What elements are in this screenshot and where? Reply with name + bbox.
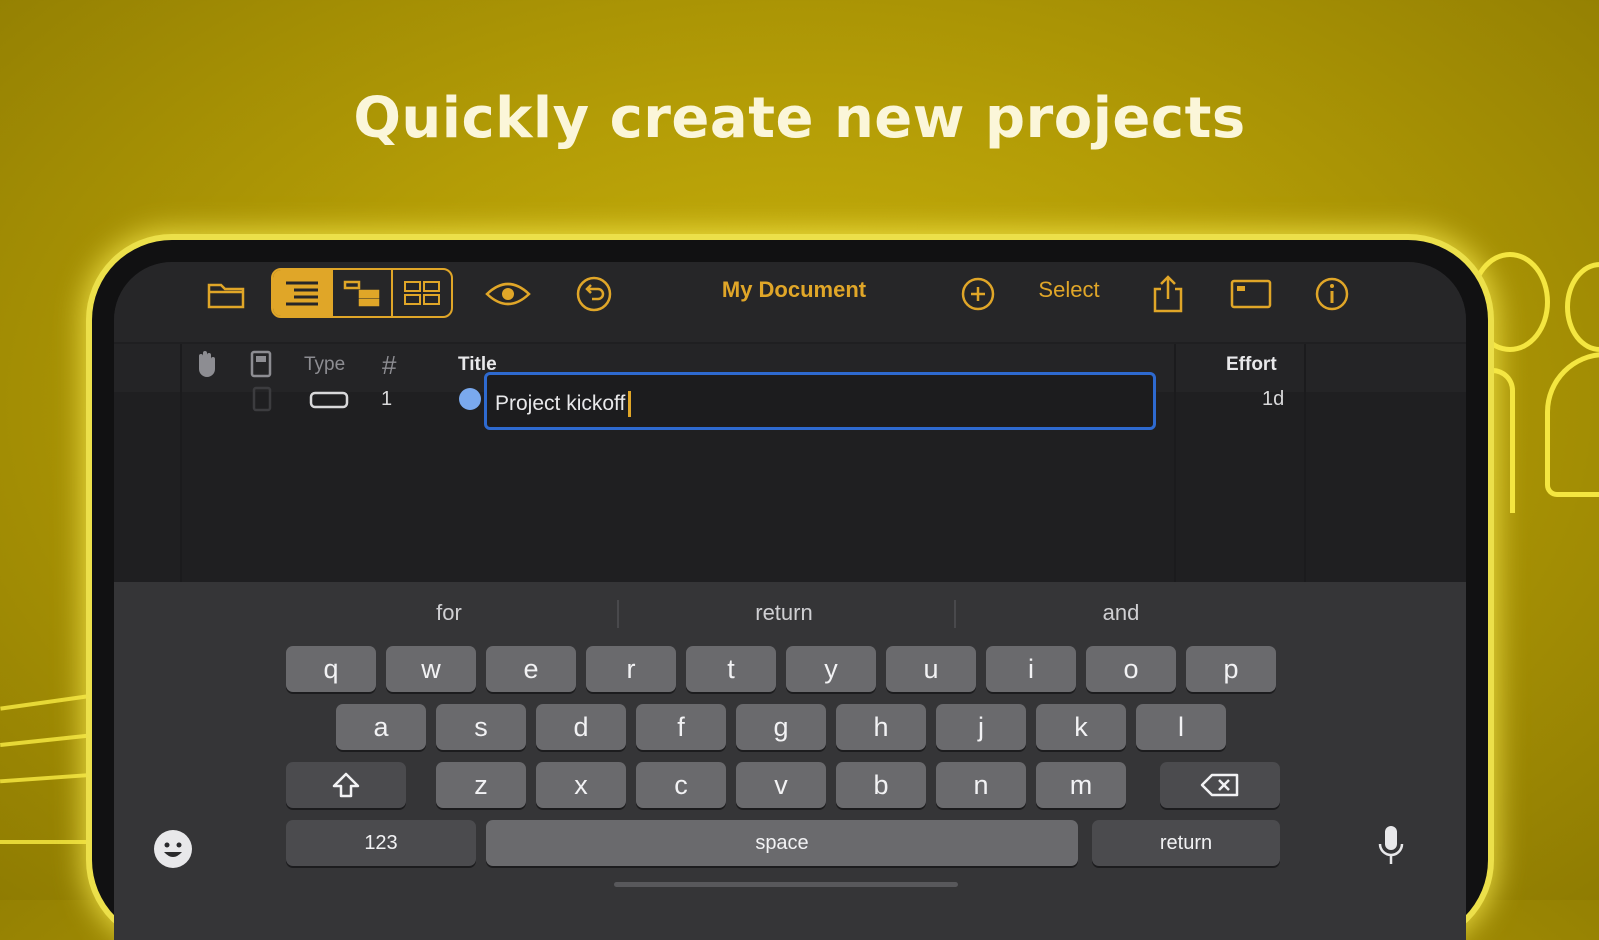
column-header-effort[interactable]: Effort xyxy=(1226,354,1277,376)
task-effort[interactable]: 1d xyxy=(1262,388,1284,411)
suggestion-item[interactable]: for xyxy=(284,600,614,626)
home-indicator xyxy=(614,882,958,887)
return-key[interactable]: return xyxy=(1092,820,1280,866)
task-title-text: Project kickoff xyxy=(495,392,626,415)
key-p[interactable]: p xyxy=(1186,646,1276,692)
key-r[interactable]: r xyxy=(586,646,676,692)
decorative-person-head xyxy=(1565,262,1599,352)
column-divider xyxy=(1304,344,1306,584)
view-mode-segmented-control[interactable] xyxy=(271,268,453,318)
space-key[interactable]: space xyxy=(486,820,1078,866)
share-icon[interactable] xyxy=(1146,272,1190,316)
key-y[interactable]: y xyxy=(786,646,876,692)
app-screen: My Document Select Type # Title Effort 1… xyxy=(114,262,1466,940)
key-o[interactable]: o xyxy=(1086,646,1176,692)
eye-icon[interactable] xyxy=(484,272,532,316)
decorative-stripe xyxy=(0,693,95,711)
key-c[interactable]: c xyxy=(636,762,726,808)
key-n[interactable]: n xyxy=(936,762,1026,808)
undo-icon[interactable] xyxy=(572,272,616,316)
key-w[interactable]: w xyxy=(386,646,476,692)
shift-icon xyxy=(332,772,360,798)
page-headline: Quickly create new projects xyxy=(353,86,1246,151)
microphone-icon[interactable] xyxy=(1376,824,1406,873)
key-l[interactable]: l xyxy=(1136,704,1226,750)
decorative-stripe xyxy=(0,772,96,784)
text-cursor xyxy=(628,391,632,418)
decorative-stripe xyxy=(0,733,95,747)
numbers-key[interactable]: 123 xyxy=(286,820,476,866)
suggestion-item[interactable]: return xyxy=(619,600,949,626)
key-i[interactable]: i xyxy=(986,646,1076,692)
decorative-stripe xyxy=(0,840,95,844)
gantt-view-icon[interactable] xyxy=(331,270,391,316)
key-t[interactable]: t xyxy=(686,646,776,692)
note-icon xyxy=(252,386,272,418)
suggestion-item[interactable]: and xyxy=(956,600,1286,626)
key-z[interactable]: z xyxy=(436,762,526,808)
key-f[interactable]: f xyxy=(636,704,726,750)
key-v[interactable]: v xyxy=(736,762,826,808)
outline-view-icon[interactable] xyxy=(273,270,331,316)
key-a[interactable]: a xyxy=(336,704,426,750)
board-view-icon[interactable] xyxy=(391,270,451,316)
shift-key[interactable] xyxy=(286,762,406,808)
info-icon[interactable] xyxy=(1310,272,1354,316)
document-title[interactable]: My Document xyxy=(674,277,914,303)
add-icon[interactable] xyxy=(956,272,1000,316)
row-number: 1 xyxy=(381,388,393,410)
toolbar: My Document Select xyxy=(114,262,1466,342)
task-status-dot[interactable] xyxy=(459,388,481,410)
key-x[interactable]: x xyxy=(536,762,626,808)
delete-key[interactable] xyxy=(1160,762,1280,808)
notes-icon xyxy=(250,350,272,384)
key-g[interactable]: g xyxy=(736,704,826,750)
task-title-field[interactable]: Project kickoff xyxy=(484,372,1156,430)
key-b[interactable]: b xyxy=(836,762,926,808)
column-header-type[interactable]: Type xyxy=(304,354,345,376)
on-screen-keyboard: for return and q w e r t y u i o p a s d… xyxy=(114,582,1466,940)
column-divider xyxy=(180,344,182,584)
select-button[interactable]: Select xyxy=(1019,277,1119,303)
key-j[interactable]: j xyxy=(936,704,1026,750)
key-k[interactable]: k xyxy=(1036,704,1126,750)
key-h[interactable]: h xyxy=(836,704,926,750)
hand-icon xyxy=(194,350,218,384)
key-s[interactable]: s xyxy=(436,704,526,750)
key-m[interactable]: m xyxy=(1036,762,1126,808)
delete-icon xyxy=(1200,773,1239,797)
key-d[interactable]: d xyxy=(536,704,626,750)
key-e[interactable]: e xyxy=(486,646,576,692)
emoji-icon[interactable] xyxy=(154,830,192,868)
column-header-number[interactable]: # xyxy=(382,350,396,381)
phone-frame: My Document Select Type # Title Effort 1… xyxy=(92,240,1488,940)
decorative-person-body xyxy=(1545,352,1599,497)
folder-icon[interactable] xyxy=(202,272,250,316)
key-q[interactable]: q xyxy=(286,646,376,692)
inspector-icon[interactable] xyxy=(1226,272,1276,316)
column-divider xyxy=(1174,344,1176,584)
key-u[interactable]: u xyxy=(886,646,976,692)
task-type-icon[interactable] xyxy=(309,390,349,416)
